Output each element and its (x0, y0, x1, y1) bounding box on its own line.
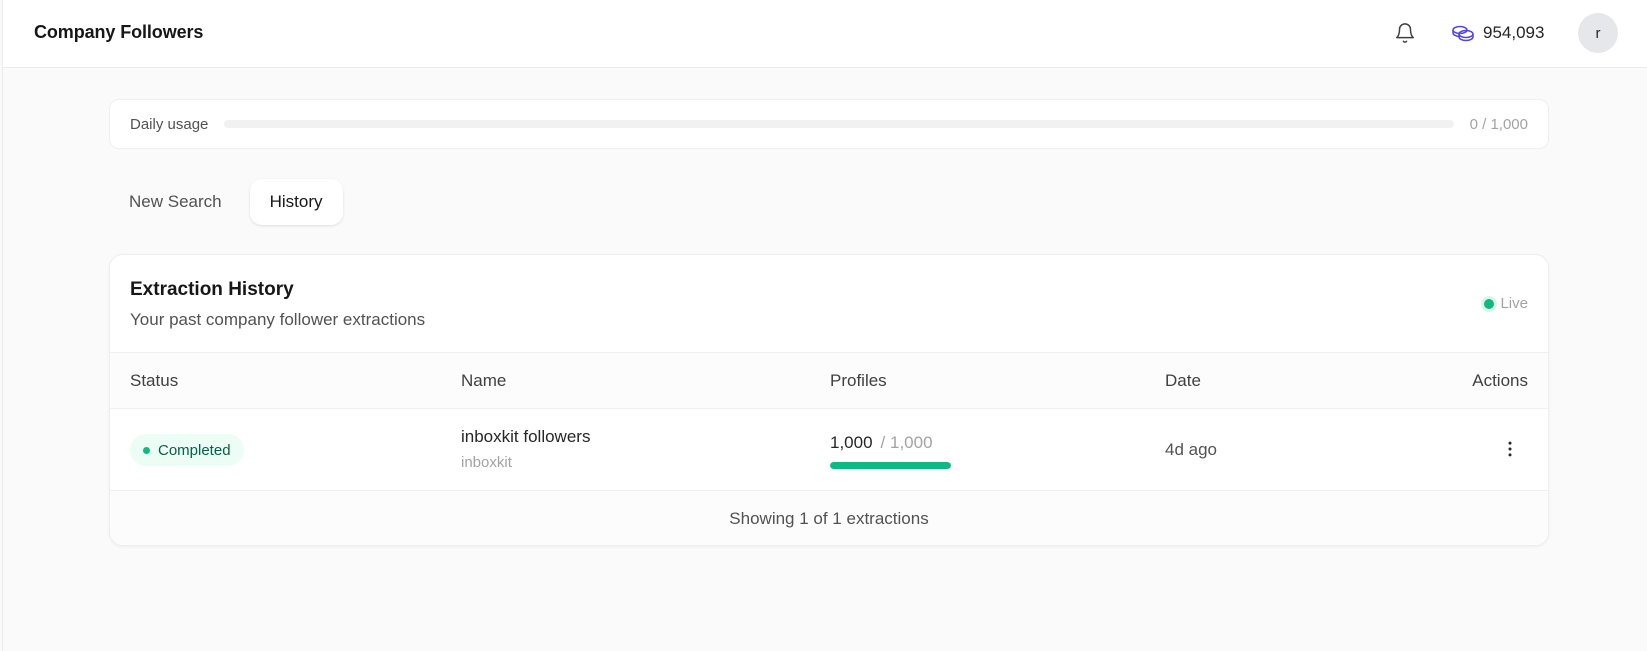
coins-icon (1452, 25, 1474, 42)
credits-balance[interactable]: 954,093 (1451, 20, 1544, 46)
profiles-count-line: 1,000 / 1,000 (830, 433, 952, 453)
bell-icon (1396, 23, 1414, 43)
card-subtitle: Your past company follower extractions (130, 310, 426, 329)
live-indicator: Live (1484, 295, 1528, 312)
extraction-company: inboxkit (461, 454, 512, 471)
results-count: Showing 1 of 1 extractions (729, 509, 929, 528)
tab-history[interactable]: History (249, 179, 343, 225)
card-header: Extraction History Your past company fol… (110, 255, 1548, 353)
table-footer: Showing 1 of 1 extractions (110, 491, 1548, 545)
profiles-progress-fill (830, 462, 951, 469)
view-tabs: New Search History (109, 179, 343, 225)
top-bar: Company Followers 954,093 r (3, 0, 1647, 68)
status-badge: Completed (130, 434, 244, 466)
daily-usage-bar: Daily usage 0 / 1,000 (109, 99, 1549, 149)
profiles-cell: 1,000 / 1,000 (830, 433, 952, 469)
column-date: Date (1165, 371, 1201, 390)
live-label: Live (1500, 295, 1528, 312)
live-dot-icon (1484, 298, 1495, 309)
user-avatar[interactable]: r (1578, 13, 1618, 53)
profiles-count: 1,000 (830, 433, 873, 452)
daily-usage-label: Daily usage (130, 115, 209, 133)
notifications-button[interactable] (1393, 21, 1417, 45)
extraction-date: 4d ago (1165, 440, 1217, 459)
daily-usage-track (224, 120, 1454, 128)
row-actions-button[interactable] (1498, 437, 1522, 461)
page-title: Company Followers (34, 22, 204, 42)
profiles-total: / 1,000 (880, 433, 933, 452)
status-dot-icon (143, 446, 150, 454)
column-status: Status (130, 371, 179, 390)
credits-value: 954,093 (1483, 23, 1545, 42)
tab-new-search[interactable]: New Search (109, 179, 242, 225)
status-label: Completed (158, 441, 231, 459)
daily-usage-value: 0 / 1,000 (1469, 115, 1528, 133)
table-row[interactable]: Completed inboxkit followers inboxkit 1,… (110, 409, 1548, 491)
column-profiles: Profiles (830, 371, 887, 390)
more-vertical-icon (1508, 441, 1512, 457)
column-actions: Actions (1472, 371, 1528, 390)
profiles-progress-track (830, 462, 951, 469)
extraction-name: inboxkit followers (461, 427, 591, 446)
app-shell: Company Followers 954,093 r Daily usage … (2, 0, 1647, 651)
extraction-history-card: Extraction History Your past company fol… (109, 254, 1549, 546)
card-title: Extraction History (130, 279, 294, 300)
table-header: Status Name Profiles Date Actions (110, 353, 1548, 409)
column-name: Name (461, 371, 507, 390)
